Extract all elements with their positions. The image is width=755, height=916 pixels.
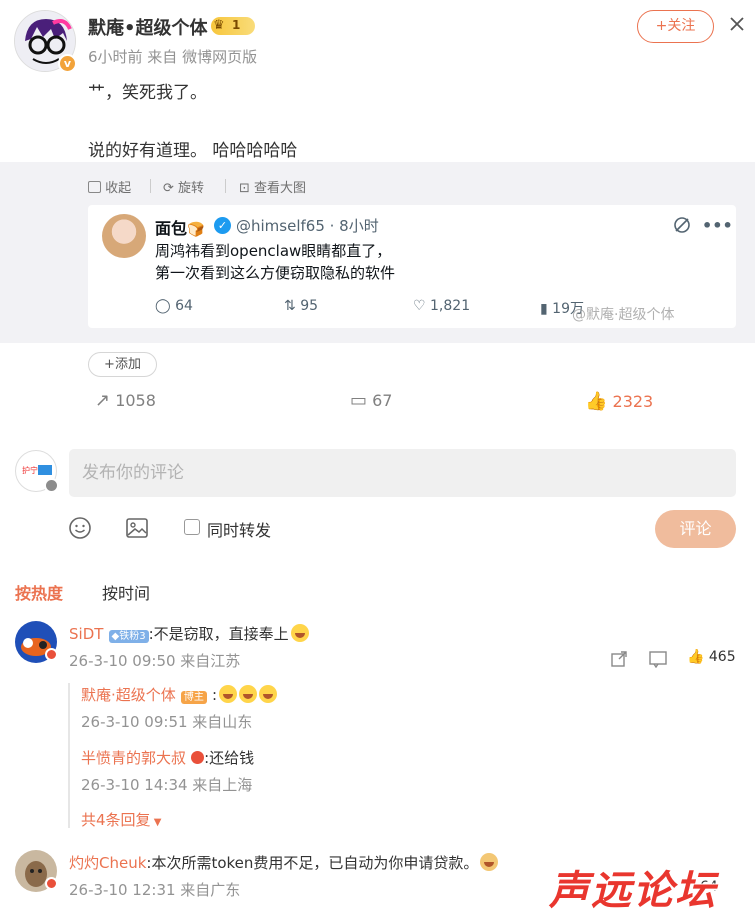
rotate-icon: ⟳: [163, 181, 174, 196]
comment-button[interactable]: ▭ 67: [350, 390, 392, 411]
comment-username[interactable]: SiDT: [69, 625, 103, 643]
close-icon[interactable]: [727, 14, 747, 34]
retweet-icon: ⇅: [284, 298, 296, 314]
repost-checkbox-label[interactable]: 同时转发: [207, 517, 271, 541]
like-button[interactable]: 👍 2323: [585, 391, 653, 412]
view-large-button[interactable]: ⊡ 查看大图: [239, 177, 306, 196]
heart-icon: ♡: [413, 298, 426, 314]
comment-like-button[interactable]: 👍 465: [687, 649, 736, 665]
fan-badge: ◆铁粉3: [108, 630, 149, 643]
repost-count: 1058: [115, 391, 156, 410]
reply-username[interactable]: 默庵·超级个体: [81, 686, 176, 704]
member-badge-icon: [45, 877, 58, 890]
more-replies-link[interactable]: 共4条回复 ▼: [81, 809, 161, 830]
vip-level: 1: [232, 18, 241, 32]
verified-badge-icon: v: [58, 54, 77, 73]
reply-text: :: [211, 686, 218, 704]
repost-checkbox[interactable]: [184, 519, 200, 535]
divider: [150, 179, 151, 193]
image-icon: ⊡: [239, 181, 250, 196]
emoji-picker-icon[interactable]: [68, 516, 92, 544]
collapse-icon: [88, 181, 101, 193]
share-icon[interactable]: [610, 650, 628, 672]
svg-text:护宁: 护宁: [22, 465, 38, 475]
comment-text: :本次所需token费用不足，已自动为你申请贷款。: [146, 854, 479, 872]
laugh-emoji-icon: [239, 685, 258, 703]
rotate-button[interactable]: ⟳ 旋转: [163, 177, 204, 196]
forum-logo: 声远论坛: [549, 868, 717, 914]
embedded-name: 面包🍞: [155, 219, 205, 238]
embedded-avatar: [102, 214, 146, 258]
weibo-watermark: @默庵·超级个体: [572, 307, 675, 323]
reply-thread-bar: [68, 683, 70, 828]
post-meta: 6小时前 来自 微博网页版: [88, 48, 258, 66]
comment-text: :不是窃取，直接奉上: [148, 625, 289, 643]
host-badge: 博主: [180, 691, 207, 704]
collapse-button[interactable]: 收起: [88, 177, 131, 196]
comment-meta: 26-3-10 09:50 来自江苏: [69, 652, 241, 670]
grok-icon: [673, 216, 691, 238]
verified-check-icon: ✓: [214, 217, 231, 234]
reply-line: 默庵·超级个体 博主 :: [81, 684, 278, 705]
more-icon: •••: [702, 216, 733, 235]
embedded-text-line2: 第一次看到这么方便窃取隐私的软件: [155, 264, 396, 282]
reply-text: :还给钱: [204, 749, 255, 767]
image-upload-icon[interactable]: [125, 516, 149, 544]
comment-meta: 26-3-10 12:31 来自广东: [69, 881, 241, 899]
chevron-down-icon: ▼: [150, 817, 162, 828]
post-text-line2: 说的好有道理。 哈哈哈哈哈: [88, 141, 298, 161]
reply-icon: ◯: [155, 298, 171, 314]
member-badge-icon: [45, 648, 58, 661]
tab-sort-by-time[interactable]: 按时间: [102, 580, 150, 604]
thumb-up-icon: 👍: [687, 649, 705, 665]
comment-line: 灼灼Cheuk:本次所需token费用不足，已自动为你申请贷款。: [69, 852, 499, 873]
laugh-emoji-icon: [259, 685, 278, 703]
comment-line: SiDT ◆铁粉3:不是窃取，直接奉上: [69, 623, 309, 644]
repost-button[interactable]: ↗ 1058: [95, 390, 156, 411]
dog-emoji-icon: [480, 853, 499, 871]
reply-meta: 26-3-10 14:34 来自上海: [81, 776, 253, 794]
thumb-up-icon: 👍: [585, 391, 608, 412]
embedded-retweets: ⇅ 95: [284, 298, 319, 314]
laugh-emoji-icon: [219, 685, 238, 703]
verified-badge-icon: [44, 478, 59, 493]
embedded-text-line1: 周鸿祎看到openclaw眼睛都直了，: [155, 242, 392, 260]
bread-icon: 🍞: [187, 222, 205, 238]
laugh-emoji-icon: [290, 624, 309, 642]
share-icon: ↗: [95, 390, 111, 411]
reply-meta: 26-3-10 09:51 来自山东: [81, 713, 253, 731]
rotate-label: 旋转: [178, 181, 205, 196]
like-count: 2323: [612, 392, 654, 411]
comment-username[interactable]: 灼灼Cheuk: [69, 854, 146, 872]
add-tag-button[interactable]: +添加: [88, 352, 157, 377]
divider: [225, 179, 226, 193]
comment-input[interactable]: [69, 449, 736, 497]
author-name[interactable]: 默庵•超级个体: [88, 14, 208, 40]
comment-icon: ▭: [350, 390, 368, 411]
reply-username[interactable]: 半愤青的郭大叔: [81, 749, 186, 767]
embedded-replies: ◯ 64: [155, 298, 193, 314]
post-text-line1: 艹，笑死我了。: [88, 83, 207, 103]
member-badge-icon: [191, 751, 205, 764]
embedded-likes: ♡ 1,821: [413, 298, 471, 314]
comment-icon[interactable]: [648, 650, 668, 672]
crown-icon: ♛: [213, 18, 225, 33]
views-icon: ▮: [540, 301, 548, 317]
view-large-label: 查看大图: [254, 181, 307, 196]
embedded-handle: @himself65 · 8小时: [236, 217, 379, 235]
collapse-label: 收起: [105, 181, 132, 196]
comment-count: 67: [372, 391, 393, 410]
tab-sort-by-hot[interactable]: 按热度: [15, 580, 63, 604]
follow-button[interactable]: +关注: [637, 10, 714, 43]
reply-line: 半愤青的郭大叔 :还给钱: [81, 747, 254, 768]
submit-comment-button[interactable]: 评论: [655, 510, 736, 548]
